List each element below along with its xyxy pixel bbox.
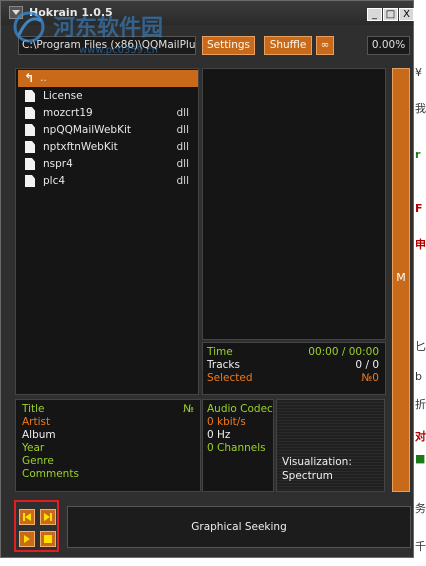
mode-bar-button[interactable]: M bbox=[392, 68, 410, 492]
play-icon bbox=[24, 535, 30, 543]
file-name: npQQMailWebKit bbox=[43, 124, 131, 136]
visualization-panel[interactable]: Visualization: Spectrum bbox=[276, 399, 385, 492]
file-ext: dll bbox=[176, 124, 190, 136]
close-button[interactable]: X bbox=[399, 8, 414, 21]
transport-controls bbox=[14, 500, 59, 552]
tracks-label: Tracks bbox=[207, 359, 240, 371]
frequency-value: 0 Hz bbox=[207, 429, 231, 441]
playlist-panel[interactable] bbox=[202, 68, 386, 340]
file-browser[interactable]: ↰ .. License mozcrt19 dll npQQMailWebKit… bbox=[15, 68, 199, 395]
file-item[interactable]: mozcrt19 dll bbox=[21, 105, 197, 122]
file-ext: dll bbox=[176, 158, 190, 170]
genre-label: Genre bbox=[22, 455, 54, 467]
file-ext: dll bbox=[176, 107, 190, 119]
file-item[interactable]: nptxftnWebKit dll bbox=[21, 139, 197, 156]
time-label: Time bbox=[207, 346, 233, 358]
settings-button[interactable]: Settings bbox=[202, 36, 255, 55]
track-number-label: № bbox=[183, 403, 194, 415]
file-icon bbox=[25, 158, 35, 170]
previous-icon bbox=[23, 513, 31, 521]
audio-codec-label: Audio Codec bbox=[207, 403, 273, 415]
selected-value: №0 bbox=[361, 372, 379, 384]
title-label: Title bbox=[22, 403, 45, 415]
file-icon bbox=[25, 107, 35, 119]
path-field[interactable]: C:\Program Files (x86)\QQMailPlugir bbox=[18, 36, 196, 55]
track-info-panel: Title № Artist Album Year Genre Comments bbox=[15, 399, 201, 492]
file-name: plc4 bbox=[43, 175, 66, 187]
background-glyph: 申 bbox=[415, 238, 426, 251]
tracks-value: 0 / 0 bbox=[355, 359, 379, 371]
playlist-info-panel: Time 00:00 / 00:00 Tracks 0 / 0 Selected… bbox=[202, 342, 386, 395]
file-ext: dll bbox=[176, 175, 190, 187]
up-arrow-icon: ↰ bbox=[24, 71, 35, 85]
background-glyph: 务 bbox=[415, 502, 426, 515]
minimize-button[interactable]: _ bbox=[367, 8, 382, 21]
background-glyph: F bbox=[415, 202, 423, 215]
window-title: Hokrain 1.0.5 bbox=[29, 6, 113, 19]
background-glyph: 匕 bbox=[415, 340, 426, 353]
bitrate-value: 0 kbit/s bbox=[207, 416, 246, 428]
audio-info-panel: Audio Codec 0 kbit/s 0 Hz 0 Channels bbox=[202, 399, 274, 492]
player-window: Hokrain 1.0.5 _ □ X C:\Program Files (x8… bbox=[0, 0, 414, 558]
file-icon bbox=[25, 141, 35, 153]
background-glyph: 对 bbox=[415, 430, 426, 443]
file-item[interactable]: plc4 dll bbox=[21, 173, 197, 190]
file-name: License bbox=[43, 90, 83, 102]
artist-label: Artist bbox=[22, 416, 51, 428]
background-glyph: 折 bbox=[415, 398, 426, 411]
file-item[interactable]: nspr4 dll bbox=[21, 156, 197, 173]
file-icon bbox=[25, 175, 35, 187]
next-icon bbox=[44, 513, 52, 521]
repeat-infinite-button[interactable]: ∞ bbox=[316, 36, 334, 55]
maximize-button[interactable]: □ bbox=[383, 8, 398, 21]
visualization-mode: Spectrum bbox=[282, 470, 333, 482]
file-item[interactable]: npQQMailWebKit dll bbox=[21, 122, 197, 139]
stop-icon bbox=[44, 535, 52, 543]
previous-track-button[interactable] bbox=[19, 509, 35, 525]
shuffle-button[interactable]: Shuffle bbox=[264, 36, 312, 55]
background-glyph: 千 bbox=[415, 540, 426, 553]
selected-label: Selected bbox=[207, 372, 253, 384]
file-ext: dll bbox=[176, 141, 190, 153]
time-value: 00:00 / 00:00 bbox=[308, 346, 379, 358]
graphical-seek-bar[interactable]: Graphical Seeking bbox=[67, 506, 411, 548]
channels-value: 0 Channels bbox=[207, 442, 266, 454]
progress-percent: 0.00% bbox=[367, 36, 410, 55]
background-glyph: r bbox=[415, 148, 421, 161]
file-up-entry[interactable]: ↰ .. bbox=[18, 70, 198, 87]
file-name: mozcrt19 bbox=[43, 107, 93, 119]
file-name: nptxftnWebKit bbox=[43, 141, 118, 153]
background-glyph: 我 bbox=[415, 102, 426, 115]
file-name: nspr4 bbox=[43, 158, 73, 170]
file-icon bbox=[25, 124, 35, 136]
window-menu-icon[interactable] bbox=[9, 6, 23, 19]
background-glyph: b bbox=[415, 370, 422, 383]
background-glyph: ■ bbox=[415, 452, 426, 465]
file-icon bbox=[25, 90, 35, 102]
comments-label: Comments bbox=[22, 468, 79, 480]
mode-bar-label: M bbox=[396, 271, 406, 284]
year-label: Year bbox=[22, 442, 45, 454]
title-bar[interactable]: Hokrain 1.0.5 _ □ X bbox=[1, 1, 414, 25]
next-track-button[interactable] bbox=[40, 509, 56, 525]
album-label: Album bbox=[22, 429, 56, 441]
file-name: .. bbox=[40, 72, 47, 84]
play-button[interactable] bbox=[19, 531, 35, 547]
file-item[interactable]: License bbox=[21, 88, 197, 105]
visualization-label: Visualization: bbox=[282, 456, 352, 468]
stop-button[interactable] bbox=[40, 531, 56, 547]
background-glyph: ¥ bbox=[415, 66, 422, 79]
